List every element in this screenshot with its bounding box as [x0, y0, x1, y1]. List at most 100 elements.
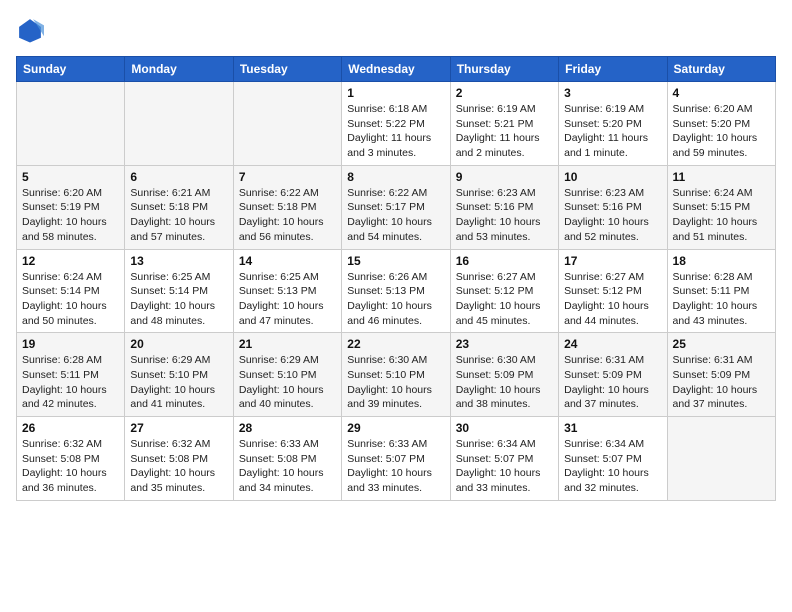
day-info: Sunrise: 6:33 AM Sunset: 5:08 PM Dayligh… — [239, 437, 336, 496]
day-info: Sunrise: 6:30 AM Sunset: 5:10 PM Dayligh… — [347, 353, 444, 412]
calendar-day-cell: 27 Sunrise: 6:32 AM Sunset: 5:08 PM Dayli… — [125, 417, 233, 501]
page-header — [16, 16, 776, 44]
calendar-day-cell: 12 Sunrise: 6:24 AM Sunset: 5:14 PM Dayli… — [17, 249, 125, 333]
calendar-day-cell: 28Sunrise: 6:33 AM Sunset: 5:08 PM Dayli… — [233, 417, 341, 501]
calendar-day-cell: 19 Sunrise: 6:28 AM Sunset: 5:11 PM Dayli… — [17, 333, 125, 417]
day-number: 12 — [22, 254, 119, 268]
day-info: Sunrise: 6:24 AM Sunset: 5:15 PM Dayligh… — [673, 186, 770, 245]
calendar-day-cell: 14 Sunrise: 6:25 AM Sunset: 5:13 PM Dayli… — [233, 249, 341, 333]
weekday-header: Saturday — [667, 57, 775, 82]
calendar-day-cell: 2 Sunrise: 6:19 AM Sunset: 5:21 PM Daylig… — [450, 82, 558, 166]
day-number: 22 — [347, 337, 444, 351]
calendar-week-row: 12 Sunrise: 6:24 AM Sunset: 5:14 PM Dayli… — [17, 249, 776, 333]
logo — [16, 16, 48, 44]
calendar-week-row: 5 Sunrise: 6:20 AM Sunset: 5:19 PM Daylig… — [17, 165, 776, 249]
calendar-day-cell: 5 Sunrise: 6:20 AM Sunset: 5:19 PM Daylig… — [17, 165, 125, 249]
calendar-day-cell: 25Sunrise: 6:31 AM Sunset: 5:09 PM Dayli… — [667, 333, 775, 417]
day-info: Sunrise: 6:23 AM Sunset: 5:16 PM Dayligh… — [564, 186, 661, 245]
calendar-day-cell: 20 Sunrise: 6:29 AM Sunset: 5:10 PM Dayli… — [125, 333, 233, 417]
calendar-day-cell: 22 Sunrise: 6:30 AM Sunset: 5:10 PM Dayli… — [342, 333, 450, 417]
calendar-day-cell: 8Sunrise: 6:22 AM Sunset: 5:17 PM Daylig… — [342, 165, 450, 249]
day-info: Sunrise: 6:19 AM Sunset: 5:21 PM Dayligh… — [456, 102, 553, 161]
day-info: Sunrise: 6:33 AM Sunset: 5:07 PM Dayligh… — [347, 437, 444, 496]
calendar-table: SundayMondayTuesdayWednesdayThursdayFrid… — [16, 56, 776, 501]
day-number: 31 — [564, 421, 661, 435]
calendar-day-cell: 21Sunrise: 6:29 AM Sunset: 5:10 PM Dayli… — [233, 333, 341, 417]
calendar-day-cell: 13 Sunrise: 6:25 AM Sunset: 5:14 PM Dayli… — [125, 249, 233, 333]
weekday-header: Thursday — [450, 57, 558, 82]
day-number: 25 — [673, 337, 770, 351]
day-info: Sunrise: 6:32 AM Sunset: 5:08 PM Dayligh… — [22, 437, 119, 496]
day-info: Sunrise: 6:26 AM Sunset: 5:13 PM Dayligh… — [347, 270, 444, 329]
day-number: 11 — [673, 170, 770, 184]
calendar-day-cell: 16 Sunrise: 6:27 AM Sunset: 5:12 PM Dayli… — [450, 249, 558, 333]
day-number: 18 — [673, 254, 770, 268]
day-info: Sunrise: 6:34 AM Sunset: 5:07 PM Dayligh… — [456, 437, 553, 496]
day-number: 23 — [456, 337, 553, 351]
day-info: Sunrise: 6:30 AM Sunset: 5:09 PM Dayligh… — [456, 353, 553, 412]
day-number: 7 — [239, 170, 336, 184]
day-info: Sunrise: 6:29 AM Sunset: 5:10 PM Dayligh… — [130, 353, 227, 412]
day-info: Sunrise: 6:32 AM Sunset: 5:08 PM Dayligh… — [130, 437, 227, 496]
calendar-day-cell: 11 Sunrise: 6:24 AM Sunset: 5:15 PM Dayli… — [667, 165, 775, 249]
day-number: 15 — [347, 254, 444, 268]
calendar-day-cell: 18 Sunrise: 6:28 AM Sunset: 5:11 PM Dayli… — [667, 249, 775, 333]
day-info: Sunrise: 6:22 AM Sunset: 5:17 PM Dayligh… — [347, 186, 444, 245]
weekday-header: Friday — [559, 57, 667, 82]
calendar-week-row: 26Sunrise: 6:32 AM Sunset: 5:08 PM Dayli… — [17, 417, 776, 501]
day-info: Sunrise: 6:27 AM Sunset: 5:12 PM Dayligh… — [564, 270, 661, 329]
day-number: 17 — [564, 254, 661, 268]
calendar-day-cell: 10 Sunrise: 6:23 AM Sunset: 5:16 PM Dayli… — [559, 165, 667, 249]
day-number: 16 — [456, 254, 553, 268]
calendar-day-cell — [233, 82, 341, 166]
calendar-day-cell: 31 Sunrise: 6:34 AM Sunset: 5:07 PM Dayli… — [559, 417, 667, 501]
day-info: Sunrise: 6:18 AM Sunset: 5:22 PM Dayligh… — [347, 102, 444, 161]
day-number: 14 — [239, 254, 336, 268]
day-info: Sunrise: 6:20 AM Sunset: 5:20 PM Dayligh… — [673, 102, 770, 161]
calendar-day-cell: 29 Sunrise: 6:33 AM Sunset: 5:07 PM Dayli… — [342, 417, 450, 501]
day-number: 20 — [130, 337, 227, 351]
calendar-day-cell: 26Sunrise: 6:32 AM Sunset: 5:08 PM Dayli… — [17, 417, 125, 501]
calendar-day-cell — [125, 82, 233, 166]
day-info: Sunrise: 6:27 AM Sunset: 5:12 PM Dayligh… — [456, 270, 553, 329]
day-info: Sunrise: 6:25 AM Sunset: 5:14 PM Dayligh… — [130, 270, 227, 329]
day-number: 5 — [22, 170, 119, 184]
calendar-day-cell: 30 Sunrise: 6:34 AM Sunset: 5:07 PM Dayli… — [450, 417, 558, 501]
day-info: Sunrise: 6:25 AM Sunset: 5:13 PM Dayligh… — [239, 270, 336, 329]
day-number: 29 — [347, 421, 444, 435]
calendar-day-cell: 4 Sunrise: 6:20 AM Sunset: 5:20 PM Daylig… — [667, 82, 775, 166]
day-info: Sunrise: 6:31 AM Sunset: 5:09 PM Dayligh… — [564, 353, 661, 412]
day-number: 2 — [456, 86, 553, 100]
calendar-day-cell: 9Sunrise: 6:23 AM Sunset: 5:16 PM Daylig… — [450, 165, 558, 249]
weekday-header: Sunday — [17, 57, 125, 82]
weekday-header: Tuesday — [233, 57, 341, 82]
day-info: Sunrise: 6:21 AM Sunset: 5:18 PM Dayligh… — [130, 186, 227, 245]
calendar-day-cell: 7 Sunrise: 6:22 AM Sunset: 5:18 PM Daylig… — [233, 165, 341, 249]
calendar-day-cell: 1 Sunrise: 6:18 AM Sunset: 5:22 PM Daylig… — [342, 82, 450, 166]
day-number: 1 — [347, 86, 444, 100]
day-info: Sunrise: 6:20 AM Sunset: 5:19 PM Dayligh… — [22, 186, 119, 245]
day-number: 19 — [22, 337, 119, 351]
calendar-day-cell: 3Sunrise: 6:19 AM Sunset: 5:20 PM Daylig… — [559, 82, 667, 166]
day-number: 30 — [456, 421, 553, 435]
calendar-day-cell: 17 Sunrise: 6:27 AM Sunset: 5:12 PM Dayli… — [559, 249, 667, 333]
day-number: 4 — [673, 86, 770, 100]
day-number: 13 — [130, 254, 227, 268]
calendar-day-cell — [17, 82, 125, 166]
calendar-week-row: 1 Sunrise: 6:18 AM Sunset: 5:22 PM Daylig… — [17, 82, 776, 166]
calendar-day-cell: 23 Sunrise: 6:30 AM Sunset: 5:09 PM Dayli… — [450, 333, 558, 417]
day-number: 27 — [130, 421, 227, 435]
day-info: Sunrise: 6:34 AM Sunset: 5:07 PM Dayligh… — [564, 437, 661, 496]
day-number: 10 — [564, 170, 661, 184]
weekday-header: Wednesday — [342, 57, 450, 82]
calendar-day-cell — [667, 417, 775, 501]
day-info: Sunrise: 6:29 AM Sunset: 5:10 PM Dayligh… — [239, 353, 336, 412]
calendar-day-cell: 6 Sunrise: 6:21 AM Sunset: 5:18 PM Daylig… — [125, 165, 233, 249]
day-info: Sunrise: 6:28 AM Sunset: 5:11 PM Dayligh… — [673, 270, 770, 329]
day-info: Sunrise: 6:24 AM Sunset: 5:14 PM Dayligh… — [22, 270, 119, 329]
day-number: 6 — [130, 170, 227, 184]
calendar-day-cell: 24Sunrise: 6:31 AM Sunset: 5:09 PM Dayli… — [559, 333, 667, 417]
day-info: Sunrise: 6:19 AM Sunset: 5:20 PM Dayligh… — [564, 102, 661, 161]
day-info: Sunrise: 6:28 AM Sunset: 5:11 PM Dayligh… — [22, 353, 119, 412]
day-info: Sunrise: 6:22 AM Sunset: 5:18 PM Dayligh… — [239, 186, 336, 245]
